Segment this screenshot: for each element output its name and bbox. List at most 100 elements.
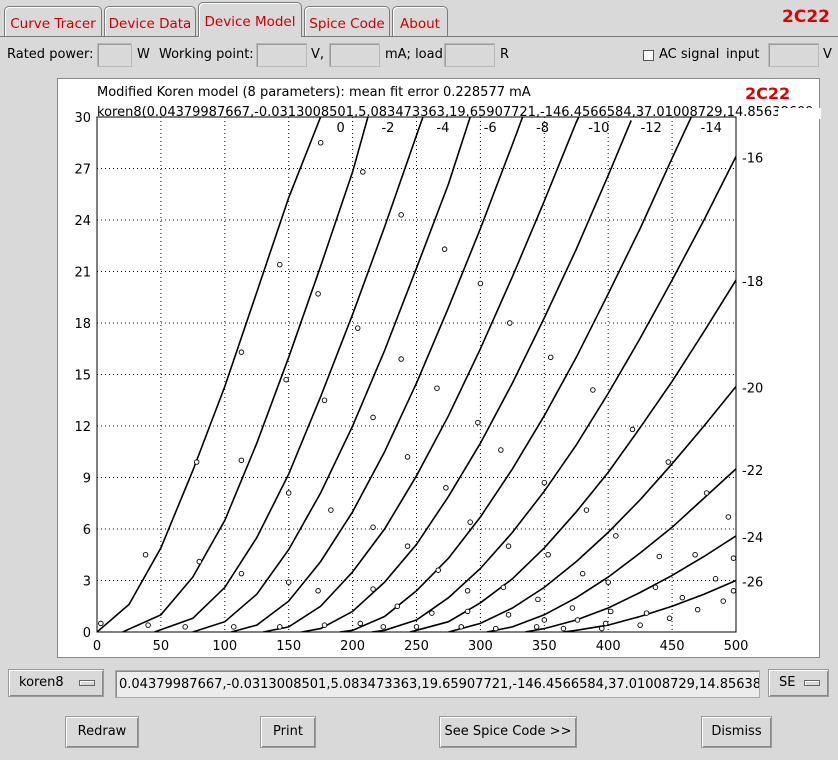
measured-point (394, 603, 401, 610)
measured-point (545, 552, 551, 558)
measured-point (182, 624, 188, 630)
see-spice-code-button[interactable]: See Spice Code >> (439, 716, 577, 748)
measured-point (196, 558, 202, 565)
curve-grid-voltage-label: -8 (536, 121, 549, 136)
curve-grid-voltage-label: -26 (742, 576, 763, 591)
x-tick-label: 450 (660, 639, 685, 654)
measured-point (541, 479, 548, 486)
measured-point (608, 608, 614, 615)
curve-grid-voltage-label: -20 (742, 382, 763, 397)
model-select-value: koren8 (19, 675, 64, 690)
measured-point (398, 356, 404, 362)
y-tick-label: 6 (83, 523, 91, 538)
measured-point (535, 596, 541, 603)
measured-point (238, 349, 245, 355)
measured-point (498, 447, 504, 453)
measured-point (464, 608, 471, 615)
tab-curve-tracer[interactable]: Curve Tracer (4, 6, 102, 37)
grid-voltage-curve (192, 117, 471, 632)
x-tick-label: 500 (724, 639, 749, 654)
dismiss-button[interactable]: Dismiss (701, 716, 772, 748)
plot-tube-label: 2C22 (745, 84, 790, 103)
measured-point (458, 624, 464, 630)
measured-point (590, 387, 596, 393)
tab-device-data[interactable]: Device Data (104, 6, 196, 37)
load-input[interactable] (444, 43, 495, 67)
plot-header-line2: koren8(0.04379987667,-0.0313008501,5.083… (97, 105, 814, 120)
tab-spice-code[interactable]: Spice Code (304, 6, 390, 37)
x-tick-label: 0 (93, 639, 101, 654)
redraw-button[interactable]: Redraw (65, 716, 139, 748)
grid-voltage-curve (409, 279, 736, 632)
grid-voltage-curve (301, 120, 632, 632)
x-tick-label: 200 (340, 639, 365, 654)
curve-grid-voltage-label: -14 (701, 121, 722, 136)
measured-point (500, 584, 507, 591)
measured-point (443, 485, 449, 491)
ac-signal-checkbox[interactable] (643, 50, 654, 61)
x-tick-label: 400 (596, 639, 621, 654)
plot-area: 0 50 100 150 200 250 300 350 400 450 500 0 3 6 9 12 15 18… (57, 78, 821, 658)
model-select[interactable]: koren8 (8, 669, 104, 697)
measured-point (720, 598, 726, 604)
model-parameters-field[interactable]: 0.04379987667,-0.0313008501,5.083473363,… (115, 670, 760, 698)
working-point-current-input[interactable] (329, 43, 380, 67)
measured-point (547, 354, 554, 361)
measured-point (380, 624, 387, 630)
measured-point (441, 246, 448, 252)
tab-about[interactable]: About (392, 6, 448, 37)
input-label: input (726, 47, 760, 62)
measured-point (725, 514, 732, 520)
measured-point (652, 584, 659, 591)
input-unit: V (823, 47, 832, 62)
measured-point (360, 169, 366, 175)
curve-grid-voltage-label: -10 (588, 121, 609, 136)
measured-point (507, 320, 513, 326)
measured-point (629, 426, 636, 433)
working-point-label: Working point: (159, 47, 254, 62)
curve-grid-voltage-label: -16 (742, 151, 763, 166)
measured-point (370, 414, 376, 421)
measured-point (560, 625, 567, 632)
measured-point (357, 620, 364, 627)
measured-point (370, 524, 376, 531)
measured-point (321, 622, 328, 628)
measured-point (712, 576, 719, 582)
measured-point (434, 385, 440, 391)
measured-point (283, 376, 289, 383)
curve-grid-voltage-label: -4 (436, 121, 449, 136)
measured-point (666, 615, 673, 622)
measured-point (637, 622, 643, 628)
y-tick-label: 0 (83, 626, 91, 641)
y-tick-label: 3 (83, 575, 91, 590)
measured-point (730, 555, 737, 561)
measured-point (315, 291, 321, 297)
measured-point (656, 553, 663, 560)
measured-point (703, 490, 710, 496)
measured-point (285, 490, 292, 496)
print-button[interactable]: Print (260, 716, 316, 748)
working-point-voltage-input[interactable] (256, 43, 307, 67)
measured-point (730, 588, 737, 594)
y-tick-label: 30 (74, 111, 91, 126)
mode-select[interactable]: SE (768, 669, 829, 697)
plot-frame (96, 116, 737, 633)
curve-grid-voltage-label: -12 (641, 121, 662, 136)
measured-point (285, 579, 292, 585)
curve-grid-voltage-label: -6 (484, 121, 497, 136)
grid-voltage-curve (524, 535, 736, 632)
measured-point (238, 457, 245, 464)
measured-point (505, 543, 512, 549)
rated-power-input[interactable] (97, 43, 132, 67)
measured-point (277, 624, 283, 630)
tube-name-title: 2C22 (782, 7, 830, 27)
measured-point (599, 625, 605, 632)
measured-point (142, 552, 149, 558)
measured-point (613, 533, 619, 539)
measured-point (328, 507, 334, 513)
grid-voltage-curve (371, 156, 736, 632)
measured-point (404, 454, 411, 460)
signal-input[interactable] (768, 43, 819, 67)
grid-voltage-curve (154, 117, 424, 632)
tab-device-model[interactable]: Device Model (198, 2, 302, 37)
